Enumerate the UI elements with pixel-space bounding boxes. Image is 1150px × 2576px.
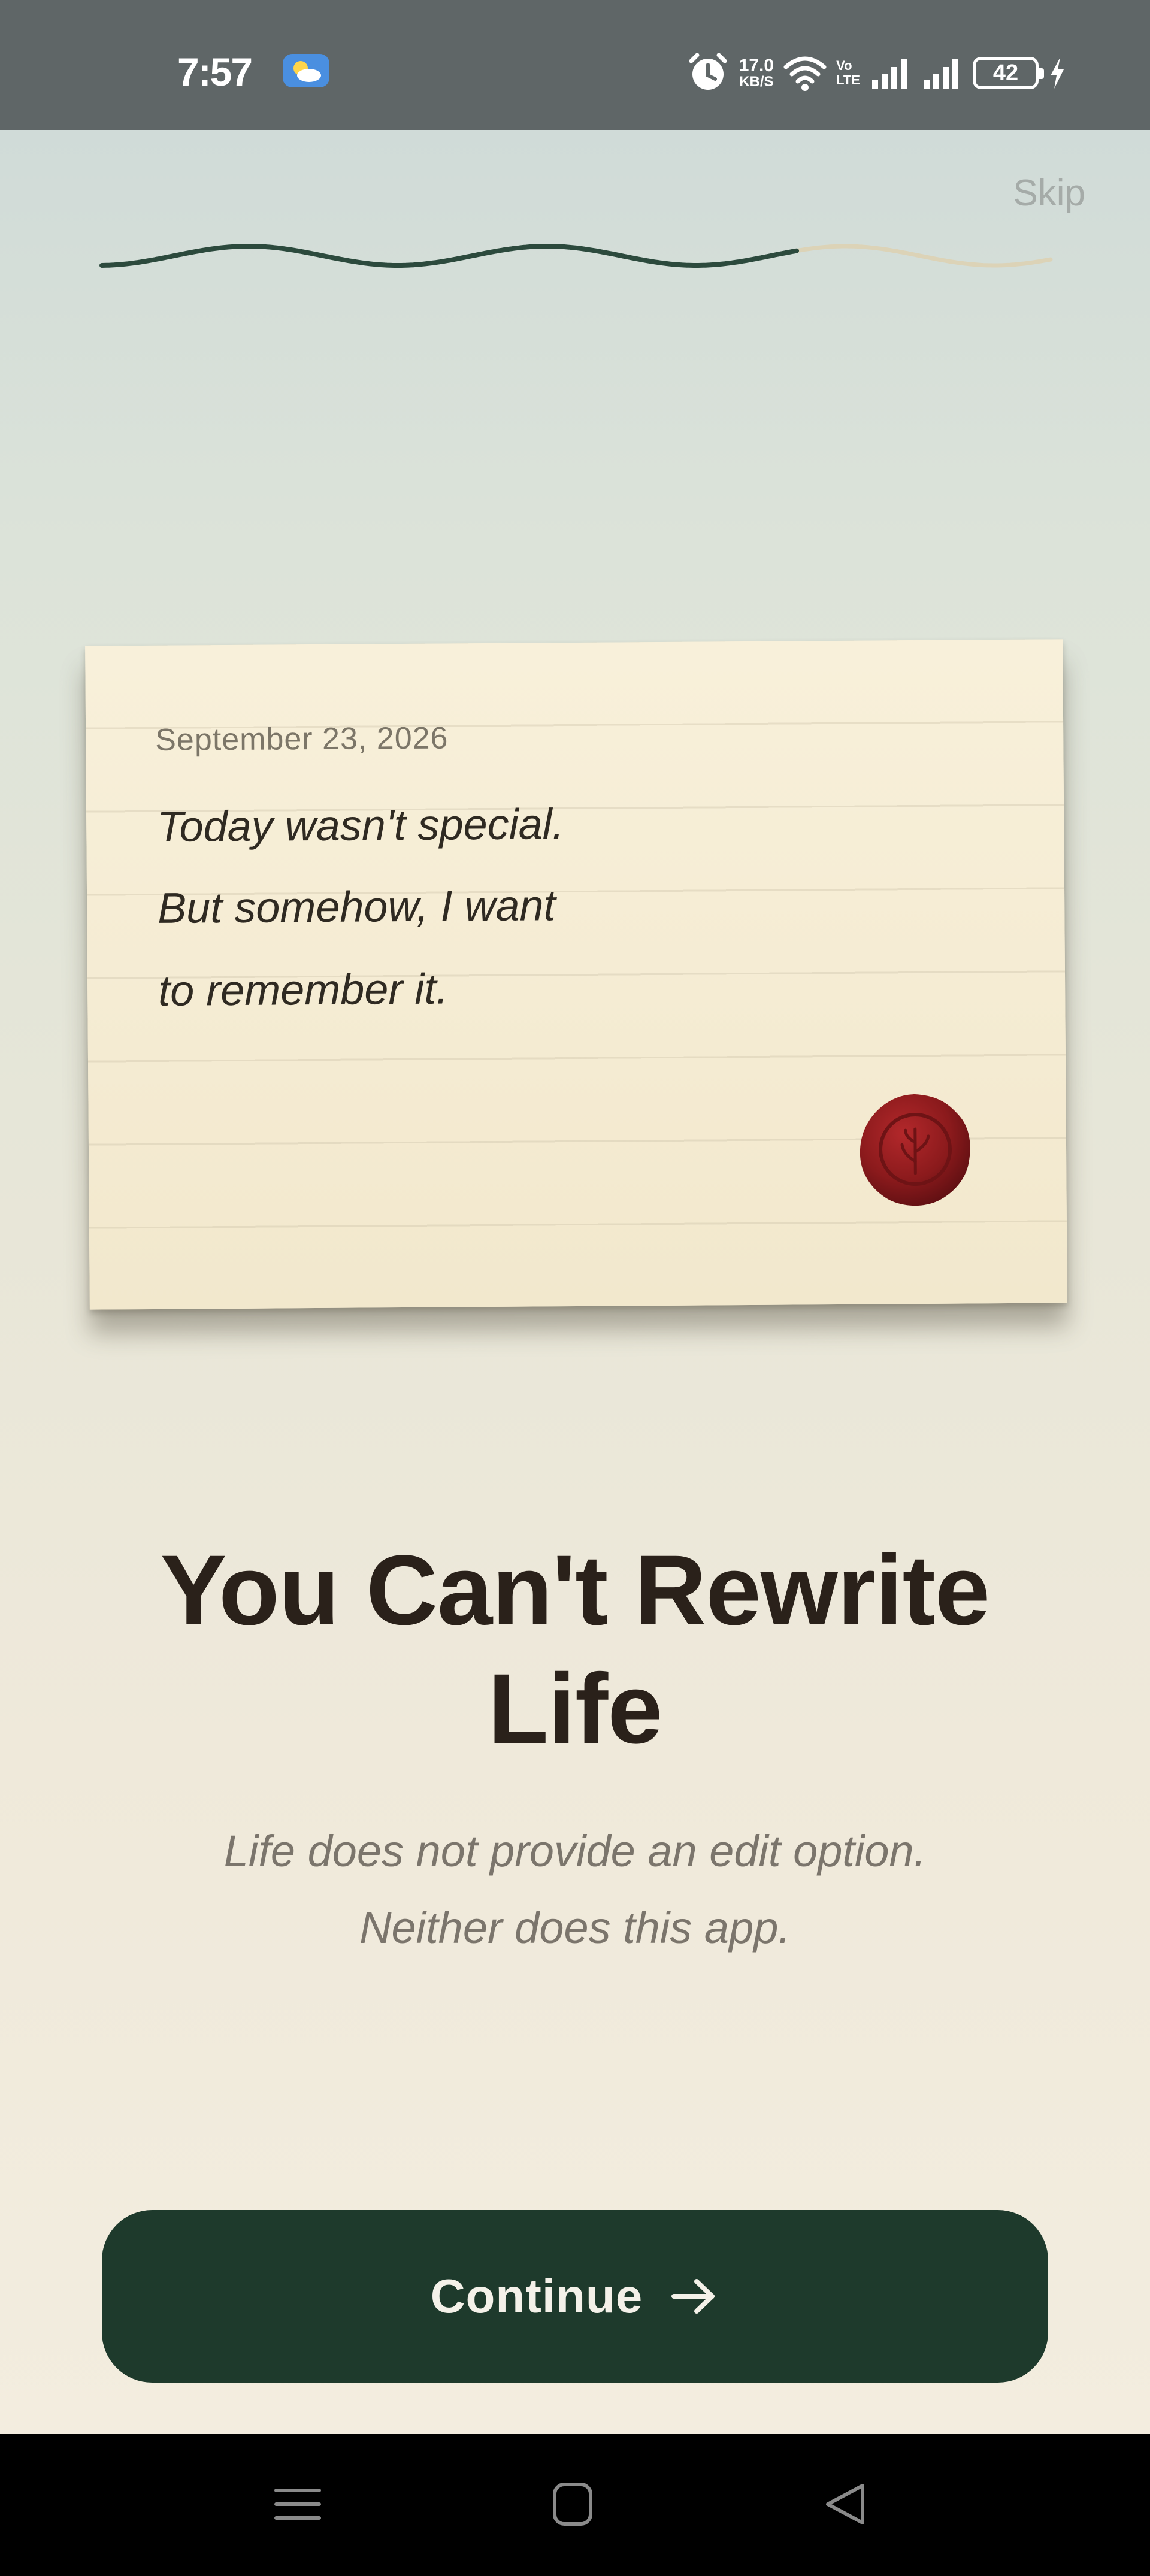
progress-wave — [99, 244, 1053, 268]
alarm-icon — [689, 53, 727, 90]
arrow-right-icon — [671, 2279, 715, 2314]
menu-icon[interactable] — [268, 2477, 328, 2531]
status-time: 7:57 — [177, 50, 253, 94]
note-card: September 23, 2026 Today wasn't special.… — [85, 639, 1067, 1310]
network-speed: 17.0 KB/S — [739, 57, 774, 89]
page-subtitle-line: Neither does this app. — [359, 1903, 791, 1953]
progress-complete — [99, 244, 799, 268]
status-icons: 17.0 KB/S Vo LTE 42 — [686, 49, 1066, 97]
page-title-line: You Can't Rewrite — [160, 1535, 990, 1646]
onboarding-screen: Skip September 23, 2026 Today wasn't spe… — [0, 130, 1150, 2434]
wifi-icon — [783, 56, 827, 91]
page-title-line: Life — [488, 1654, 662, 1764]
network-speed-value: 17.0 — [739, 56, 774, 75]
skip-button[interactable]: Skip — [1013, 172, 1085, 214]
charging-icon — [1051, 57, 1064, 89]
page-subtitle-line: Life does not provide an edit option. — [223, 1826, 927, 1876]
signal-icon — [872, 59, 907, 89]
page-title: You Can't Rewrite Life — [96, 1531, 1054, 1769]
navigation-bar — [0, 2434, 1150, 2576]
home-icon[interactable] — [543, 2477, 603, 2531]
continue-button[interactable]: Continue — [102, 2210, 1048, 2383]
volte-indicator: Vo LTE — [836, 59, 860, 87]
continue-label: Continue — [430, 2269, 643, 2323]
network-speed-unit: KB/S — [739, 74, 774, 90]
note-date: September 23, 2026 — [155, 721, 449, 758]
note-line: Today wasn't special. — [156, 800, 564, 851]
note-line: to remember it. — [158, 965, 449, 1015]
weather-icon — [283, 54, 329, 87]
wax-seal-icon — [860, 1094, 970, 1206]
volte-top: Vo — [836, 58, 852, 73]
back-icon[interactable] — [816, 2477, 876, 2531]
page-subtitle: Life does not provide an edit option. Ne… — [96, 1813, 1054, 1966]
battery-level: 42 — [992, 60, 1019, 86]
note-line: But somehow, I want — [157, 882, 556, 933]
status-bar: 7:57 17.0 KB/S Vo LTE 42 — [0, 0, 1150, 130]
progress-remaining — [794, 244, 1053, 268]
phone-screen: 7:57 17.0 KB/S Vo LTE 42 Skip September … — [0, 0, 1150, 2576]
battery-icon: 42 — [973, 57, 1044, 89]
volte-bottom: LTE — [836, 72, 860, 87]
signal-icon-2 — [924, 59, 958, 89]
